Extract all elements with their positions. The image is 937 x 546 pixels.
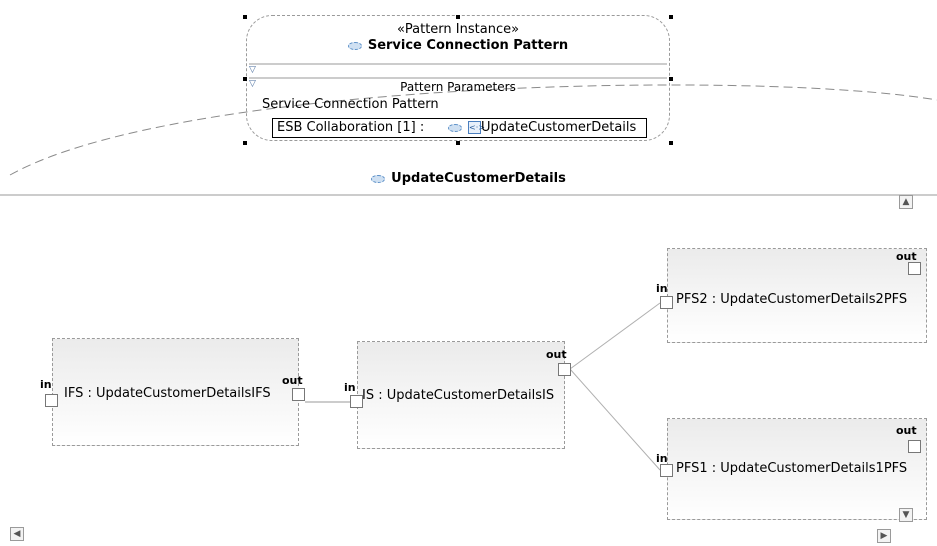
ifs-in-port-label: in bbox=[40, 378, 52, 391]
ifs-part-label: IFS : UpdateCustomerDetailsIFS bbox=[64, 386, 271, 401]
scroll-down-icon[interactable]: ▼ bbox=[899, 508, 913, 522]
selection-handle[interactable] bbox=[456, 15, 460, 19]
pattern-name: Service Connection Pattern bbox=[367, 38, 569, 53]
ifs-in-port[interactable] bbox=[45, 394, 58, 407]
pfs1-in-port[interactable] bbox=[660, 464, 673, 477]
pfs2-in-port[interactable] bbox=[660, 296, 673, 309]
pfs2-in-port-label: in bbox=[656, 282, 668, 295]
is-out-port[interactable] bbox=[558, 363, 571, 376]
pattern-parameters-heading: Pattern Parameters bbox=[400, 80, 516, 94]
interface-icon: <·> bbox=[468, 121, 485, 134]
pattern-stereotype: «Pattern Instance» bbox=[396, 22, 520, 37]
selection-handle[interactable] bbox=[456, 141, 460, 145]
collaboration-title: UpdateCustomerDetails bbox=[0, 171, 937, 186]
parameter-value-wrap: <·>UpdateCustomerDetails bbox=[448, 119, 636, 137]
pfs1-part-label: PFS1 : UpdateCustomerDetails1PFS bbox=[676, 461, 908, 476]
collaboration-icon bbox=[448, 123, 462, 132]
diagram-canvas: «Pattern Instance» Service Connection Pa… bbox=[0, 0, 937, 546]
pfs2-out-port-label: out bbox=[896, 250, 917, 263]
connector-is-pfs2 bbox=[569, 302, 661, 370]
ifs-out-port-label: out bbox=[282, 374, 303, 387]
selection-handle[interactable] bbox=[669, 141, 673, 145]
pfs1-out-port-label: out bbox=[896, 424, 917, 437]
selection-handle[interactable] bbox=[243, 15, 247, 19]
pfs1-out-port[interactable] bbox=[908, 440, 921, 453]
pattern-title: Service Connection Pattern bbox=[246, 38, 670, 53]
ifs-out-port[interactable] bbox=[292, 388, 305, 401]
collaboration-name: UpdateCustomerDetails bbox=[391, 171, 566, 186]
pfs2-out-port[interactable] bbox=[908, 262, 921, 275]
parameter-value: UpdateCustomerDetails bbox=[481, 120, 637, 135]
connector-is-pfs1 bbox=[569, 368, 661, 471]
pfs2-part-label: PFS2 : UpdateCustomerDetails2PFS bbox=[676, 292, 908, 307]
collapse-triangle-icon[interactable]: ▽ bbox=[249, 66, 256, 75]
is-in-port-label: in bbox=[344, 381, 356, 394]
scroll-right-icon[interactable]: ▶ bbox=[877, 529, 891, 543]
collaboration-icon bbox=[371, 174, 386, 183]
selection-handle[interactable] bbox=[243, 141, 247, 145]
pattern-parameter-row[interactable]: ESB Collaboration [1] : <·>UpdateCustome… bbox=[272, 118, 647, 138]
scroll-up-icon[interactable]: ▲ bbox=[899, 195, 913, 209]
pfs1-in-port-label: in bbox=[656, 452, 668, 465]
parameter-label: ESB Collaboration [1] : bbox=[277, 120, 425, 135]
pattern-label: Service Connection Pattern bbox=[262, 97, 439, 112]
is-out-port-label: out bbox=[546, 348, 567, 361]
scroll-left-icon[interactable]: ◀ bbox=[10, 527, 24, 541]
selection-handle[interactable] bbox=[669, 15, 673, 19]
collaboration-icon bbox=[347, 41, 362, 50]
is-part-label: IS : UpdateCustomerDetailsIS bbox=[362, 388, 555, 403]
